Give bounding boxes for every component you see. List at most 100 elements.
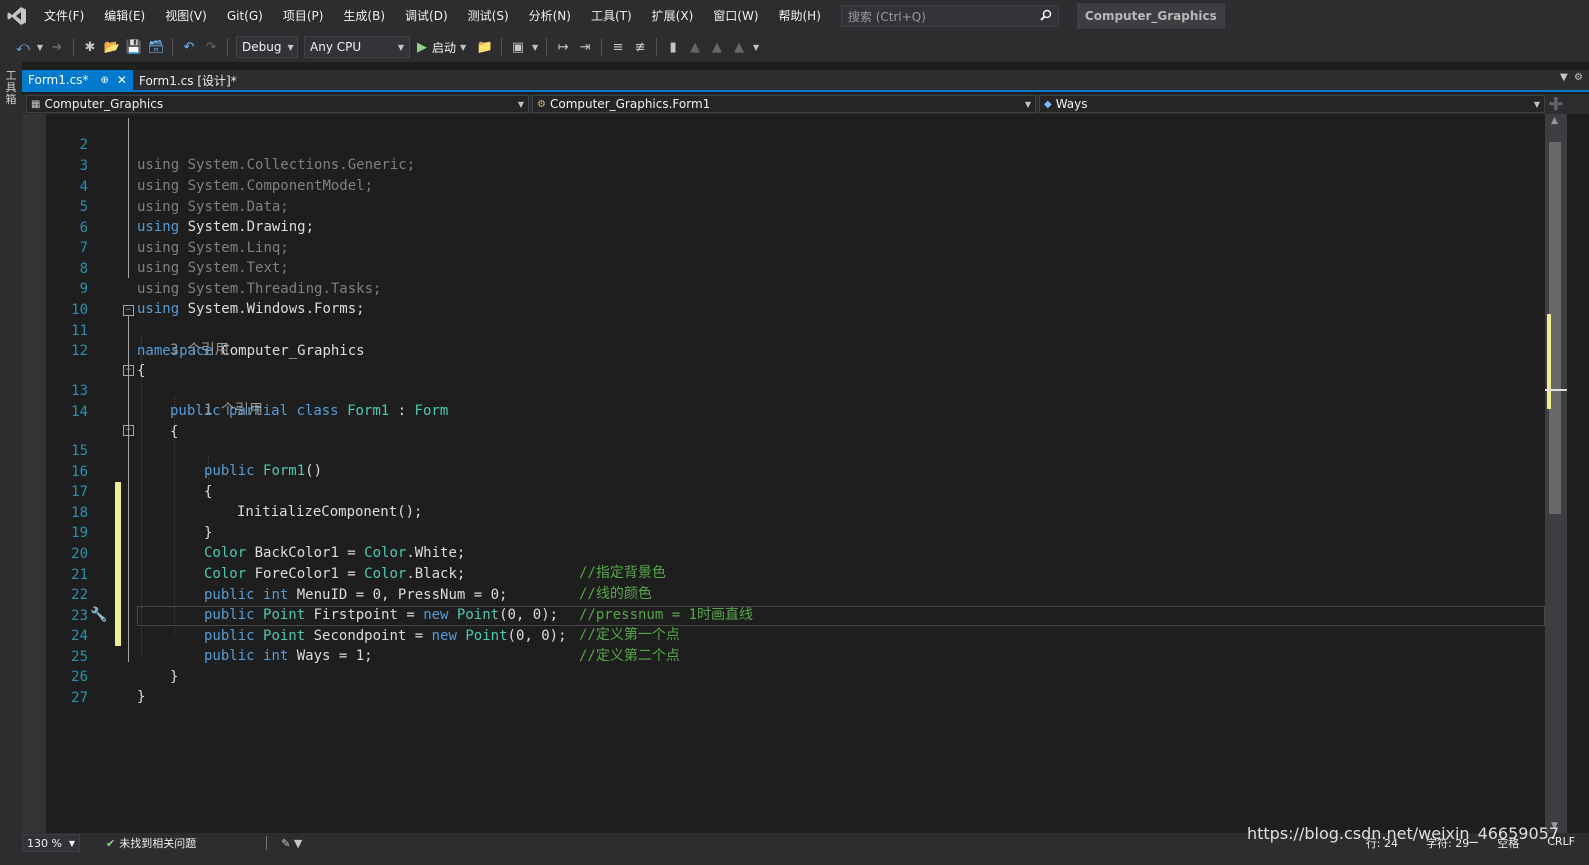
menu-view[interactable]: 视图(V) <box>155 0 217 32</box>
step-over-icon[interactable]: ⇥ <box>576 38 594 56</box>
code-line: 3 using System.ComponentModel; <box>22 136 1545 194</box>
menu-git[interactable]: Git(G) <box>217 0 273 32</box>
menu-debug[interactable]: 调试(D) <box>395 0 458 32</box>
uncomment-lines-icon[interactable]: ≢ <box>631 38 649 56</box>
close-icon[interactable]: ✕ <box>117 73 127 87</box>
save-icon[interactable]: 💾 <box>125 38 143 56</box>
clear-bookmarks-icon[interactable]: ▲ <box>730 38 748 56</box>
search-input[interactable]: 搜索 (Ctrl+Q) <box>840 5 1059 27</box>
menu-extensions[interactable]: 扩展(X) <box>642 0 704 32</box>
code-line: 17 InitializeComponent(); <box>22 462 1545 520</box>
dropdown-arrow-icon[interactable]: ▼ <box>458 38 468 56</box>
zoom-value: 130 % <box>27 836 62 850</box>
configuration-value: Debug <box>242 40 282 54</box>
tab-form1-cs[interactable]: Form1.cs* ⊕ ✕ <box>22 70 133 90</box>
next-bookmark-icon[interactable]: ▲ <box>708 38 726 56</box>
menu-test[interactable]: 测试(S) <box>458 0 519 32</box>
code-line: 19 Color BackColor1 = Color.White; //指定背… <box>22 503 1545 581</box>
code-line: 16 { <box>22 442 1545 500</box>
menu-analyze[interactable]: 分析(N) <box>519 0 581 32</box>
codelens-references[interactable]: 3 个引用 <box>170 340 229 360</box>
navigate-back-icon[interactable]: ⤺ <box>14 38 32 56</box>
left-tool-window-strip: 工具箱 <box>0 62 22 865</box>
chevron-down-icon: ▼ <box>517 99 524 109</box>
issues-indicator[interactable]: ✔ 未找到相关问题 <box>106 835 196 851</box>
code-line: 14 { <box>22 382 1545 440</box>
redo-icon[interactable]: ↷ <box>202 38 220 56</box>
scroll-up-icon[interactable]: ▲ <box>1551 116 1558 126</box>
vertical-scrollbar[interactable]: ▲ ▼ <box>1545 114 1567 833</box>
platform-value: Any CPU <box>310 40 362 54</box>
toolbar-overflow-icon[interactable]: ▼ <box>531 38 539 56</box>
tab-list-dropdown-icon[interactable]: ▼ ⚙ <box>1560 72 1583 83</box>
chevron-down-icon: ▼ <box>1024 99 1031 109</box>
code-line: 6 using System.Linq; <box>22 198 1545 256</box>
menu-project[interactable]: 项目(P) <box>273 0 334 32</box>
menu-build[interactable]: 生成(B) <box>333 0 395 32</box>
watermark: https://blog.csdn.net/weixin_46659057 <box>1246 824 1559 843</box>
save-all-icon[interactable]: 🗃 <box>147 38 165 56</box>
navigate-forward-icon[interactable]: ➜ <box>48 38 66 56</box>
code-line: 18 } <box>22 483 1545 541</box>
chevron-down-icon: ▼ <box>1533 99 1540 109</box>
csharp-project-icon: ▦ <box>31 98 41 110</box>
document-tab-strip: Form1.cs* ⊕ ✕ Form1.cs [设计]* ▼ ⚙ <box>22 70 1589 92</box>
line-number: 14 <box>71 404 88 420</box>
codelens-references[interactable]: 1 个引用 <box>204 400 263 420</box>
dropdown-arrow-icon[interactable]: ▼ <box>36 38 44 56</box>
code-line: 27 <box>22 668 1545 706</box>
toolbox-tab[interactable]: 工具箱 <box>3 70 19 106</box>
menu-tools[interactable]: 工具(T) <box>581 0 642 32</box>
type-value: Computer_Graphics.Form1 <box>549 97 711 111</box>
scrollbar-caret-marker <box>1545 389 1567 391</box>
comment-lines-icon[interactable]: ≡ <box>609 38 627 56</box>
code-line: 8 using System.Threading.Tasks; <box>22 239 1545 297</box>
search-icon[interactable] <box>1040 9 1052 24</box>
toolbar-customize-icon[interactable]: ▼ <box>752 38 760 56</box>
type-dropdown[interactable]: ⚙ Computer_Graphics.Form1 ▼ <box>532 95 1036 113</box>
zoom-select[interactable]: 130 % ▼ <box>22 834 80 852</box>
navigation-bar: ▦ Computer_Graphics ▼ ⚙ Computer_Graphic… <box>22 94 1589 114</box>
previous-bookmark-icon[interactable]: ▲ <box>686 38 704 56</box>
code-line: 10 <box>22 280 1545 318</box>
configuration-select[interactable]: Debug ▼ <box>236 36 298 58</box>
member-dropdown[interactable]: ◆ Ways ▼ <box>1039 95 1545 113</box>
platform-select[interactable]: Any CPU ▼ <box>304 36 410 58</box>
field-icon: ◆ <box>1044 98 1052 110</box>
open-folder-icon[interactable]: 📂 <box>103 38 121 56</box>
menu-edit[interactable]: 编辑(E) <box>94 0 155 32</box>
code-line: 22 public Point Firstpoint = new Point(0… <box>22 565 1545 643</box>
code-editor[interactable]: − − − 🔧 2 using System.Collections.Gener… <box>22 114 1545 833</box>
folder-icon[interactable]: 📁 <box>476 38 494 56</box>
status-separator <box>266 836 268 850</box>
bookmark-icon[interactable]: ▮ <box>664 38 682 56</box>
search-placeholder: 搜索 (Ctrl+Q) <box>847 9 926 24</box>
toolbar-separator <box>546 38 548 56</box>
menu-bar: 文件(F) 编辑(E) 视图(V) Git(G) 项目(P) 生成(B) 调试(… <box>0 0 1589 32</box>
code-line: 7 using System.Text; <box>22 218 1545 276</box>
toolbar-separator <box>172 38 173 56</box>
start-label: 启动 <box>432 40 457 55</box>
undo-icon[interactable]: ↶ <box>180 38 198 56</box>
new-project-icon[interactable]: ✱ <box>81 38 99 56</box>
split-editor-icon[interactable]: ➕ <box>1545 94 1567 114</box>
toolbar-separator <box>73 38 74 56</box>
tab-form1-designer[interactable]: Form1.cs [设计]* <box>133 70 243 90</box>
start-debugging-button[interactable]: ▶ 启动 ▼ <box>417 38 470 56</box>
toolbar-separator <box>227 38 228 56</box>
menu-help[interactable]: 帮助(H) <box>769 0 831 32</box>
menu-window[interactable]: 窗口(W) <box>703 0 768 32</box>
code-line: 23 public Point Secondpoint = new Point(… <box>22 586 1545 664</box>
main-menu: 文件(F) 编辑(E) 视图(V) Git(G) 项目(P) 生成(B) 调试(… <box>34 0 831 32</box>
step-into-icon[interactable]: ↦ <box>554 38 572 56</box>
code-line: 26 } <box>22 647 1545 705</box>
code-cleanup-icon[interactable]: ✎ ▼ <box>281 837 302 850</box>
project-dropdown[interactable]: ▦ Computer_Graphics ▼ <box>26 95 529 113</box>
pin-icon[interactable]: ⊕ <box>101 75 109 86</box>
line-text: } <box>137 689 146 705</box>
visual-studio-logo-icon[interactable] <box>0 0 34 32</box>
code-line: 11 namespace Computer_Graphics <box>22 301 1545 359</box>
menu-file[interactable]: 文件(F) <box>34 0 94 32</box>
tab-label: Form1.cs [设计]* <box>138 73 237 88</box>
browser-link-icon[interactable]: ▣ <box>509 38 527 56</box>
